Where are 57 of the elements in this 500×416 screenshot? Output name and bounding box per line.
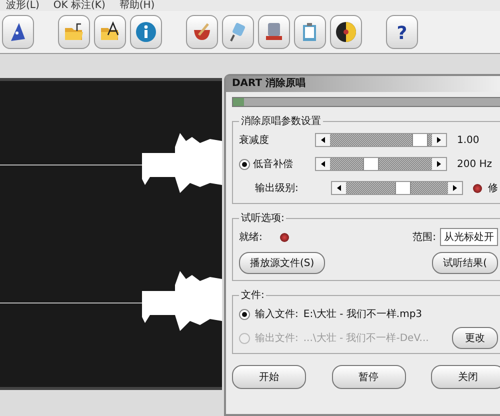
slider-thumb[interactable] [363,158,380,170]
file-path: ...\大壮 - 我们不一样-DeV... [303,332,430,345]
indicator-light-icon [473,184,482,192]
file-path: E:\大壮 - 我们不一样.mp3 [303,308,424,321]
radio-button[interactable] [239,308,250,320]
right-arrow-icon [436,137,442,143]
status-label: 就绪: [239,230,262,244]
range-label: 范围: [412,230,436,244]
folder-icon [63,21,85,43]
parameter-value: 修 [488,182,498,195]
parameter-label: 衰减度 [239,134,269,147]
group-title: 试听选项: [240,212,286,225]
left-arrow-button[interactable] [316,158,330,170]
bowl-icon [191,21,213,43]
left-arrow-button[interactable] [332,182,346,194]
left-arrow-icon [336,185,342,191]
folder-letter-icon [99,21,121,43]
slider[interactable] [315,157,447,171]
slider-thumb[interactable] [412,134,428,146]
toolbar-button[interactable] [94,15,126,49]
dialog-button[interactable]: 暂停 [332,365,406,389]
file-label: 输出文件: [255,332,298,345]
right-arrow-button[interactable] [448,182,462,194]
parameter-value: 200 Hz [457,158,492,170]
slider[interactable] [315,133,447,147]
preview-button[interactable]: 试听结果( [432,252,498,274]
toolbar-button[interactable] [330,15,362,49]
right-arrow-icon [436,161,442,167]
parameter-value: 1.00 [457,134,480,146]
dialog-button[interactable]: 关闭 [431,365,500,389]
radio-button[interactable] [239,158,250,170]
group-title: 文件: [240,288,266,302]
group-title: 消除原唱参数设置 [240,114,322,128]
right-arrow-icon [452,185,458,191]
parameter-label: 低音补偿 [253,158,293,171]
box-icon [263,21,285,43]
menu-item[interactable]: 帮助(H) [119,1,155,11]
help-icon: ? [391,21,413,43]
right-arrow-button[interactable] [432,134,446,146]
disc-icon [335,21,357,43]
slider-thumb[interactable] [395,182,412,194]
range-dropdown[interactable]: 从光标处开 [440,228,498,246]
left-arrow-button[interactable] [316,134,330,146]
indicator-light-icon [280,232,290,242]
left-arrow-icon [320,161,326,167]
toolbar-button[interactable]: ? [386,15,418,49]
left-arrow-icon [320,137,326,143]
info-icon [135,21,157,43]
menu-item[interactable]: 波形(L) [6,1,40,11]
right-arrow-button[interactable] [432,158,446,170]
preview-button[interactable]: 播放源文件(S) [239,252,326,274]
file-label: 输入文件: [255,308,298,321]
dialog-button[interactable]: 开始 [232,365,306,389]
toolbar-button[interactable] [2,15,34,49]
slider[interactable] [331,181,463,195]
change-button[interactable]: 更改 [452,327,498,349]
parameter-label: 输出级别: [255,182,298,195]
